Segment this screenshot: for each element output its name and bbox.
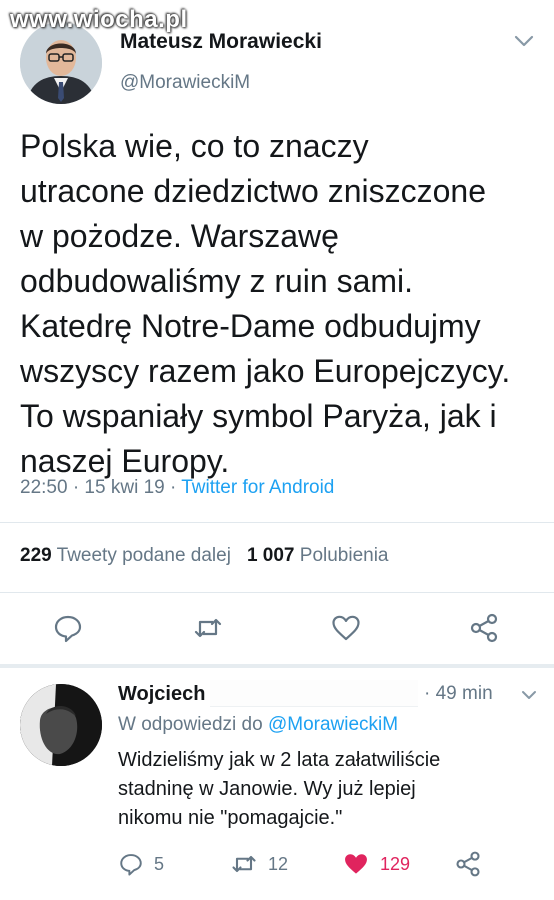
tweet-text-line: wszyscy razem jako Europejczycy. (20, 353, 511, 389)
reply-time: · 49 min (424, 683, 493, 704)
likes-stat[interactable]: 1 007 Polubienia (247, 545, 389, 566)
retweets-count: 229 (20, 545, 52, 566)
reply-text-line: stadninę w Janowie. Wy już lepiej (118, 778, 416, 800)
avatar-image (20, 22, 102, 104)
chevron-down-icon[interactable] (520, 688, 538, 702)
reply-like-count: 129 (380, 853, 411, 874)
tweet-timestamp: 22:50 · 15 kwi 19 · (20, 477, 182, 498)
tweet-text-line: Polska wie, co to znaczy (20, 128, 369, 164)
reply-author-name[interactable]: Wojciech (118, 683, 205, 706)
reply-actions: 5 12 129 (0, 848, 554, 888)
reply-reply-button[interactable]: 5 (118, 848, 164, 880)
tweet-meta: 22:50 · 15 kwi 19 · Twitter for Android (20, 477, 334, 499)
reply-share-button[interactable] (454, 848, 482, 880)
reply-to-prefix: W odpowiedzi do (118, 714, 268, 735)
tweet-text-line: utracone dziedzictwo zniszczone (20, 173, 487, 209)
reply-icon (120, 854, 142, 876)
retweet-icon (232, 855, 256, 873)
heart-icon[interactable] (330, 612, 362, 644)
reply-avatar[interactable] (20, 684, 102, 766)
reply-retweet-count: 12 (268, 853, 289, 874)
reply-text-line: nikomu nie "pomagajcie." (118, 807, 343, 829)
tweet-text: Polska wie, co to znaczy utracone dziedz… (20, 124, 540, 484)
retweets-label: Tweety podane dalej (56, 545, 231, 566)
reply-retweet-button[interactable]: 12 (230, 848, 288, 880)
reply-like-button[interactable]: 129 (342, 848, 410, 880)
share-icon[interactable] (468, 612, 500, 644)
reply-text: Widzieliśmy jak w 2 lata załatwiliście s… (118, 746, 538, 833)
divider (0, 592, 554, 593)
reply-tweet[interactable]: Wojciech · 49 min W odpowiedzi do @Moraw… (0, 668, 554, 900)
chevron-down-icon[interactable] (512, 32, 536, 50)
tweet-source-link[interactable]: Twitter for Android (181, 477, 334, 498)
heart-icon (345, 854, 367, 874)
reply-icon[interactable] (52, 612, 84, 644)
retweet-icon[interactable] (192, 612, 224, 644)
author-handle[interactable]: @MorawieckiM (120, 72, 250, 94)
reply-avatar-image (20, 684, 102, 766)
reply-text-line: Widzieliśmy jak w 2 lata załatwiliście (118, 749, 441, 771)
tweet-text-line: odbudowaliśmy z ruin sami. (20, 263, 414, 299)
tweet-text-line: w pożodze. Warszawę (20, 218, 339, 254)
retweets-stat[interactable]: 229 Tweety podane dalej (20, 545, 231, 566)
likes-count: 1 007 (246, 545, 295, 566)
likes-label: Polubienia (299, 545, 389, 566)
watermark: www.wiocha.pl (10, 6, 188, 33)
reply-reply-count: 5 (154, 853, 165, 874)
divider (0, 522, 554, 523)
reply-to-line: W odpowiedzi do @MorawieckiM (118, 714, 398, 736)
tweet-text-line: To wspaniały symbol Paryża, jak i (20, 398, 497, 434)
tweet-text-line: Katedrę Notre-Dame odbudujmy (20, 308, 481, 344)
avatar[interactable] (20, 22, 102, 104)
redacted-area (210, 680, 418, 707)
share-icon (456, 851, 480, 877)
reply-to-mention[interactable]: @MorawieckiM (268, 714, 398, 735)
tweet-stats: 229 Tweety podane dalej 1 007 Polubienia (20, 545, 389, 567)
